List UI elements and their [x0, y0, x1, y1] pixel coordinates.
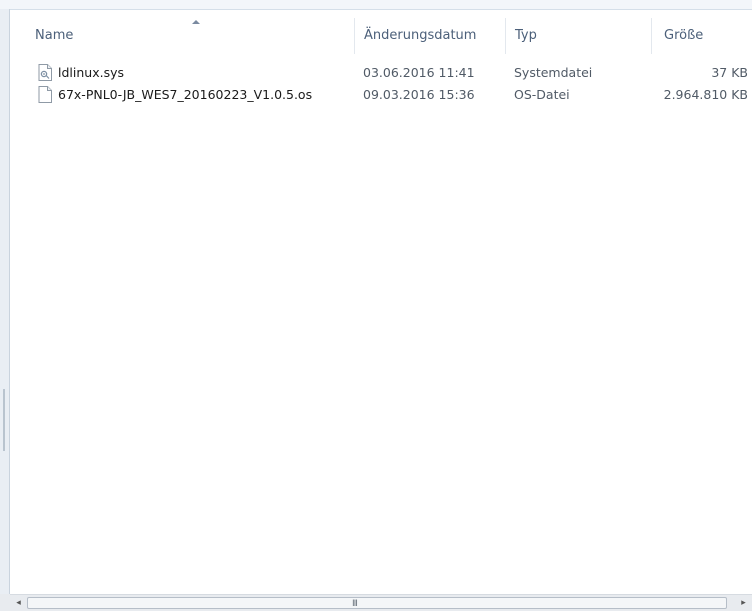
- file-modified-date: 09.03.2016 15:36: [363, 87, 475, 102]
- system-file-icon: [38, 64, 52, 81]
- scrollbar-grip-icon: III: [352, 599, 358, 609]
- left-pane-splitter-grip[interactable]: [3, 389, 5, 451]
- explorer-file-list-window: Name Änderungsdatum Typ Größe ldlinux.sy…: [0, 0, 752, 611]
- horizontal-scrollbar[interactable]: ◂ III ▸: [10, 594, 752, 611]
- scrollbar-corner: [0, 594, 10, 611]
- column-header-type[interactable]: Typ: [505, 10, 651, 54]
- column-header-name-label: Name: [35, 28, 74, 43]
- file-row[interactable]: ldlinux.sys 03.06.2016 11:41 Systemdatei…: [10, 62, 752, 84]
- left-pane-edge[interactable]: [0, 9, 10, 611]
- file-list-view[interactable]: Name Änderungsdatum Typ Größe ldlinux.sy…: [10, 10, 752, 594]
- file-type: Systemdatei: [514, 65, 593, 80]
- column-header-name[interactable]: Name: [10, 10, 354, 54]
- column-header-row: Name Änderungsdatum Typ Größe: [10, 10, 752, 54]
- generic-file-icon: [38, 86, 52, 103]
- top-frame-strip: [0, 0, 752, 10]
- column-header-date[interactable]: Änderungsdatum: [354, 10, 505, 54]
- column-header-size[interactable]: Größe: [651, 10, 752, 54]
- scroll-left-arrow-icon[interactable]: ◂: [10, 598, 27, 609]
- sort-ascending-icon: [192, 20, 200, 24]
- file-modified-date: 03.06.2016 11:41: [363, 65, 475, 80]
- file-size: 37 KB: [711, 65, 748, 80]
- column-header-date-label: Änderungsdatum: [364, 28, 477, 43]
- file-size: 2.964.810 KB: [663, 87, 748, 102]
- column-header-type-label: Typ: [515, 28, 537, 43]
- scrollbar-thumb[interactable]: III: [27, 597, 727, 609]
- file-name: ldlinux.sys: [58, 65, 124, 80]
- file-name: 67x-PNL0-JB_WES7_20160223_V1.0.5.os: [58, 87, 313, 102]
- file-row[interactable]: 67x-PNL0-JB_WES7_20160223_V1.0.5.os 09.0…: [10, 84, 752, 106]
- file-type: OS-Datei: [514, 87, 570, 102]
- column-header-size-label: Größe: [664, 28, 704, 43]
- scroll-right-arrow-icon[interactable]: ▸: [735, 598, 752, 609]
